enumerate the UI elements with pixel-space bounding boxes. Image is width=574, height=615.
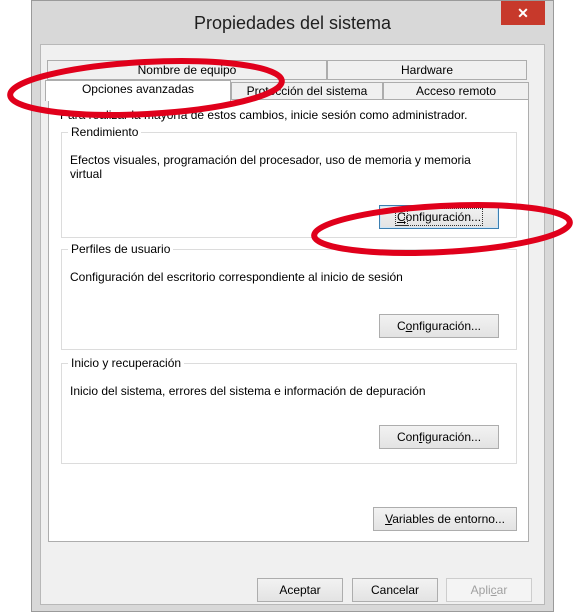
system-properties-window: Propiedades del sistema ✕ Nombre de equi…: [31, 0, 554, 612]
tab-nombre-de-equipo[interactable]: Nombre de equipo: [47, 60, 327, 80]
mnemonic-char: C: [395, 208, 408, 226]
label-rest: iguración...: [422, 430, 482, 444]
tab-label: Opciones avanzadas: [81, 82, 195, 96]
cancelar-button[interactable]: Cancelar: [352, 578, 438, 602]
perfiles-configuracion-button[interactable]: Configuración...: [379, 314, 499, 338]
group-description: Configuración del escritorio correspondi…: [70, 270, 403, 284]
group-perfiles-de-usuario: Perfiles de usuario Configuración del es…: [61, 242, 517, 350]
close-button[interactable]: ✕: [501, 1, 545, 25]
rendimiento-configuracion-button[interactable]: Configuración...: [379, 205, 499, 229]
variables-de-entorno-button[interactable]: Variables de entorno...: [373, 507, 517, 531]
tab-hardware[interactable]: Hardware: [327, 60, 527, 80]
group-inicio-y-recuperacion: Inicio y recuperación Inicio del sistema…: [61, 356, 517, 464]
button-label: Aplicar: [471, 583, 508, 597]
button-label: Configuración...: [397, 319, 481, 333]
button-label: Configuración...: [397, 430, 481, 444]
aceptar-button[interactable]: Aceptar: [257, 578, 343, 602]
label-pre: C: [396, 319, 406, 333]
tab-opciones-avanzadas[interactable]: Opciones avanzadas: [45, 80, 231, 101]
button-label: Configuración...: [394, 208, 484, 226]
label-rest: ar: [496, 583, 508, 597]
close-icon: ✕: [517, 4, 529, 21]
tab-label: Protección del sistema: [246, 84, 368, 98]
group-description: Efectos visuales, programación del proce…: [70, 153, 471, 181]
button-label: Aceptar: [279, 583, 321, 597]
tab-label: Acceso remoto: [415, 84, 497, 98]
group-description: Inicio del sistema, errores del sistema …: [70, 384, 426, 398]
label-pre: Apli: [470, 583, 491, 597]
aplicar-button[interactable]: Aplicar: [446, 578, 532, 602]
group-rendimiento: Rendimiento Efectos visuales, programaci…: [61, 125, 517, 238]
tab-label: Hardware: [400, 63, 454, 77]
window-title: Propiedades del sistema: [193, 13, 392, 33]
dialog-client-area: Nombre de equipo Hardware Opciones avanz…: [40, 44, 545, 605]
label-pre: Con: [396, 430, 419, 444]
admin-hint-text: Para realizar la mayoría de estos cambio…: [60, 108, 468, 122]
tab-acceso-remoto[interactable]: Acceso remoto: [383, 82, 529, 100]
label-rest: ariables de entorno...: [392, 512, 505, 526]
inicio-configuracion-button[interactable]: Configuración...: [379, 425, 499, 449]
button-label: Variables de entorno...: [385, 512, 505, 526]
tab-proteccion-del-sistema[interactable]: Protección del sistema: [231, 82, 383, 100]
button-label: Cancelar: [370, 583, 420, 597]
label-rest: nfiguración...: [412, 319, 482, 333]
group-title: Rendimiento: [68, 125, 142, 139]
group-title: Inicio y recuperación: [68, 356, 185, 370]
group-title: Perfiles de usuario: [68, 242, 174, 256]
title-bar[interactable]: Propiedades del sistema ✕: [32, 1, 553, 44]
advanced-options-panel: Para realizar la mayoría de estos cambio…: [48, 99, 529, 542]
label-rest: onfiguración...: [403, 208, 484, 226]
tab-label: Nombre de equipo: [137, 63, 237, 77]
